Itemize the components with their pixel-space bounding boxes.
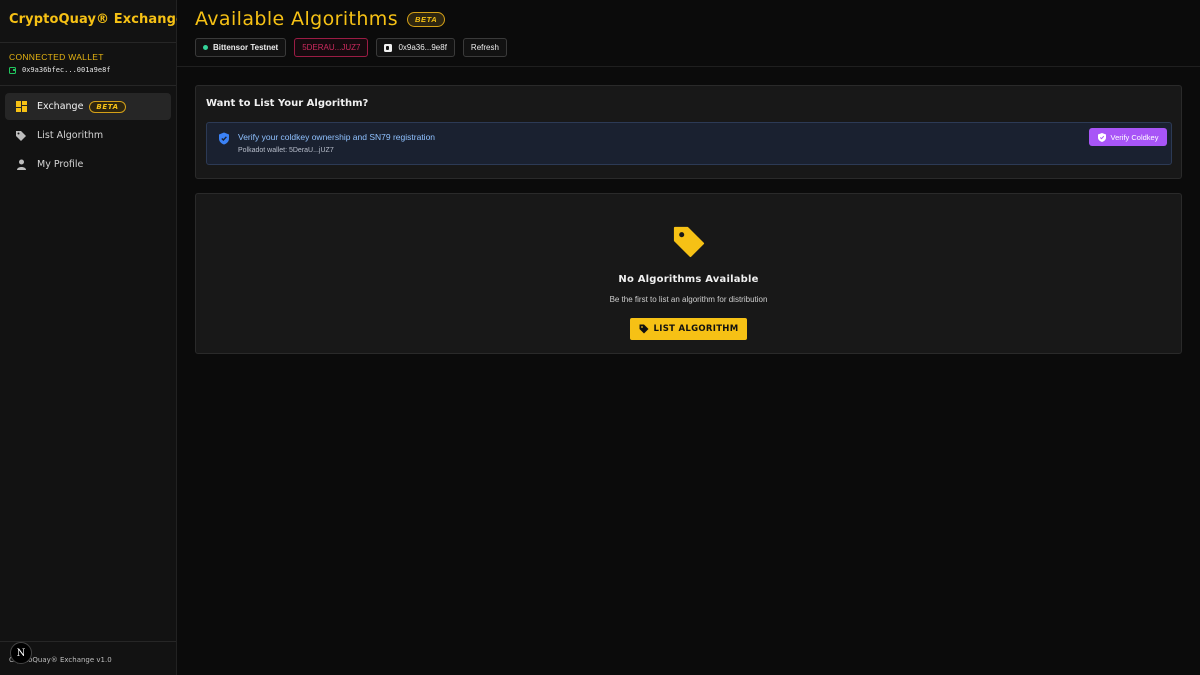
verify-coldkey-alert: Verify your coldkey ownership and SN79 r… xyxy=(206,122,1172,165)
nextjs-dev-badge[interactable]: N xyxy=(10,642,32,664)
refresh-button[interactable]: Refresh xyxy=(462,38,507,57)
status-dot-icon xyxy=(203,45,208,50)
sidebar: CryptoQuay® Exchange CONNECTED WALLET 0x… xyxy=(0,0,185,675)
list-algorithm-label: LIST ALGORITHM xyxy=(653,324,739,334)
verify-description: Verify your coldkey ownership and SN79 r… xyxy=(238,132,436,142)
sidebar-item-label: My Profile xyxy=(37,159,84,170)
header-chips: Bittensor Testnet 5DERAU...JUZ7 0x9a36..… xyxy=(195,38,507,57)
sidebar-nav: Exchange BETA List Algorithm My Profile xyxy=(0,86,176,178)
connected-wallet: CONNECTED WALLET 0x9a36bfec...001a9e8f xyxy=(0,43,176,86)
wallet-address: 0x9a36bfec...001a9e8f xyxy=(22,66,111,74)
tag-icon xyxy=(673,226,705,258)
brand-logo[interactable]: CryptoQuay® Exchange xyxy=(0,0,185,43)
sidebar-item-exchange[interactable]: Exchange BETA xyxy=(5,93,171,120)
verify-coldkey-label: Verify Coldkey xyxy=(1110,132,1159,142)
grid-icon xyxy=(15,101,27,113)
tag-icon xyxy=(639,324,649,334)
card-heading: Want to List Your Algorithm? xyxy=(206,98,369,109)
wallet-icon xyxy=(9,66,16,74)
verify-coldkey-button[interactable]: Verify Coldkey xyxy=(1089,128,1167,146)
shield-icon xyxy=(219,132,229,145)
empty-state-title: No Algorithms Available xyxy=(618,274,759,285)
sidebar-item-list-algorithm[interactable]: List Algorithm xyxy=(5,122,171,149)
wallet-icon xyxy=(384,43,393,52)
polkadot-wallet-text: Polkadot wallet: 5DeraU...jUZ7 xyxy=(238,147,334,154)
list-algorithm-card: Want to List Your Algorithm? Verify your… xyxy=(195,85,1182,179)
sidebar-item-label: List Algorithm xyxy=(37,130,104,141)
title-row: Available Algorithms BETA xyxy=(195,8,446,30)
sidebar-item-label: Exchange xyxy=(37,101,84,112)
empty-state-subtitle: Be the first to list an algorithm for di… xyxy=(609,295,768,304)
shield-check-icon xyxy=(1097,132,1106,142)
empty-state-card: No Algorithms Available Be the first to … xyxy=(195,193,1182,354)
sidebar-item-my-profile[interactable]: My Profile xyxy=(5,151,171,178)
evm-account-label: 0x9a36...9e8f xyxy=(398,43,447,52)
page-header: Available Algorithms BETA Bittensor Test… xyxy=(177,0,1200,67)
beta-badge: BETA xyxy=(407,11,446,27)
polkadot-account-label: 5DERAU...JUZ7 xyxy=(302,43,361,52)
network-indicator[interactable]: Bittensor Testnet xyxy=(195,38,287,57)
list-algorithm-button[interactable]: LIST ALGORITHM xyxy=(630,318,747,340)
beta-badge: BETA xyxy=(89,100,126,113)
network-label: Bittensor Testnet xyxy=(213,43,279,52)
polkadot-account-button[interactable]: 5DERAU...JUZ7 xyxy=(294,38,369,57)
evm-account-button[interactable]: 0x9a36...9e8f xyxy=(376,38,455,57)
user-icon xyxy=(15,159,27,171)
wallet-row[interactable]: 0x9a36bfec...001a9e8f xyxy=(9,66,167,74)
tag-icon xyxy=(15,130,27,142)
wallet-label: CONNECTED WALLET xyxy=(9,52,104,62)
page-title: Available Algorithms xyxy=(195,8,398,30)
